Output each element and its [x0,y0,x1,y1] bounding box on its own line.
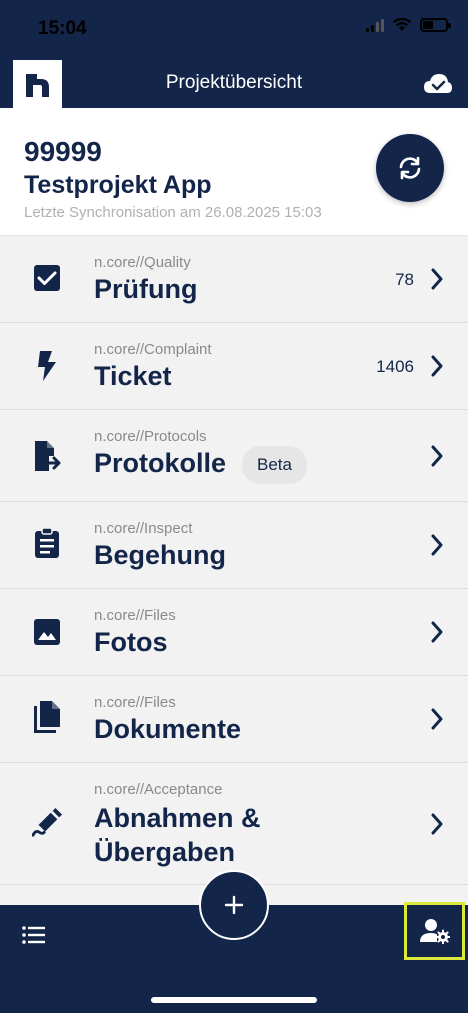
module-quality[interactable]: n.core//Quality Prüfung 78 [0,236,468,323]
module-list: n.core//Quality Prüfung 78 n.core//Compl… [0,236,468,885]
clipboard-icon [32,527,62,558]
check-box-icon [32,263,62,293]
module-title: Fotos [94,627,168,657]
user-settings-button[interactable] [404,902,465,960]
project-number: 99999 [24,136,102,167]
lightning-icon [32,351,62,381]
page-title: Projektübersicht [165,72,303,93]
chevron-right-icon [430,813,444,835]
list-icon[interactable] [22,925,46,945]
cloud-done-icon[interactable] [422,69,454,99]
status-icons [366,18,451,32]
add-button[interactable] [199,870,269,940]
sync-icon [399,156,421,180]
module-subtitle: n.core//Quality [94,254,191,271]
module-acceptance[interactable]: n.core//Acceptance Abnahmen & Übergaben [0,763,468,885]
user-settings-icon [419,919,450,944]
module-title: Abnahmen & [94,803,261,833]
module-photos[interactable]: n.core//Files Fotos [0,589,468,676]
sync-button[interactable] [376,134,444,202]
module-count: 78 [395,270,414,289]
file-export-icon [32,441,62,471]
module-subtitle: n.core//Files [94,607,176,624]
module-title: Begehung [94,540,226,570]
wifi-icon [392,18,412,31]
module-subtitle: n.core//Inspect [94,520,193,537]
chevron-right-icon [430,445,444,467]
signature-icon [32,808,62,838]
battery-icon [420,18,451,32]
chevron-right-icon [430,708,444,730]
cellular-signal-icon [366,18,384,32]
module-title: Prüfung [94,274,198,304]
image-icon [32,617,62,647]
module-inspect[interactable]: n.core//Inspect Begehung [0,502,468,589]
status-bar: 15:04 [0,0,468,60]
chevron-right-icon [430,268,444,290]
chevron-right-icon [430,621,444,643]
documents-icon [32,701,62,733]
module-title-line2: Übergaben [94,837,236,867]
home-indicator [151,997,317,1003]
module-title: Protokolle [94,448,227,478]
last-sync-text: Letzte Synchronisation am 26.08.2025 15:… [24,204,322,221]
module-subtitle: n.core//Complaint [94,341,212,358]
module-complaint[interactable]: n.core//Complaint Ticket 1406 [0,323,468,410]
status-time: 15:04 [38,18,87,39]
navigation-bar: Projektübersicht [0,60,468,108]
chevron-right-icon [430,355,444,377]
module-subtitle: n.core//Protocols [94,428,207,445]
chevron-right-icon [430,534,444,556]
module-count: 1406 [376,357,414,376]
beta-badge: Beta [242,446,307,484]
plus-icon [224,895,244,915]
module-title: Dokumente [94,714,242,744]
module-subtitle: n.core//Acceptance [94,781,223,798]
module-documents[interactable]: n.core//Files Dokumente [0,676,468,763]
module-subtitle: n.core//Files [94,694,176,711]
module-protocols[interactable]: n.core//Protocols Protokolle Beta [0,410,468,502]
project-name: Testprojekt App [24,171,212,199]
module-title: Ticket [94,361,172,391]
